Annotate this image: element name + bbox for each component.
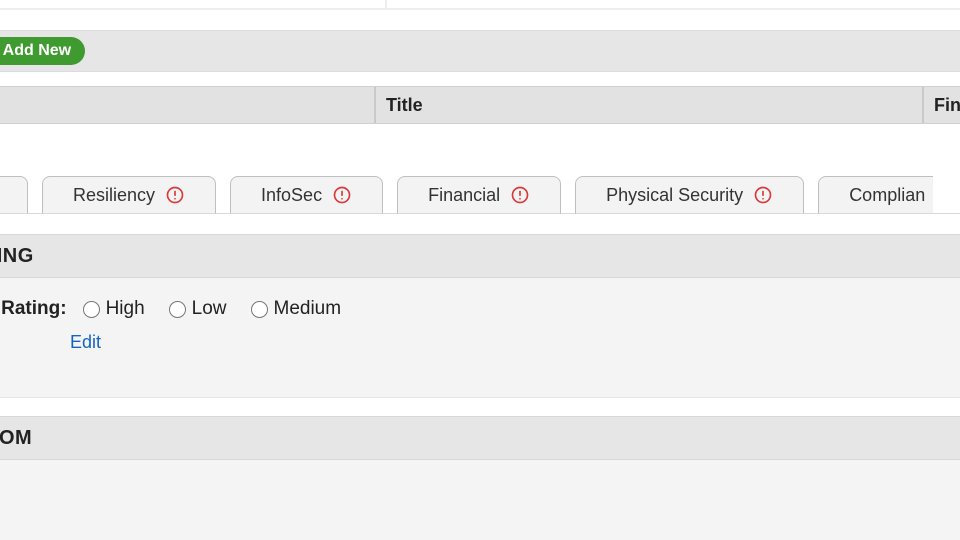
alert-circle-icon <box>165 185 185 205</box>
tab-resiliency[interactable]: Resiliency <box>42 176 216 214</box>
tabs-row: k Resiliency InfoSec Financial Physical … <box>0 176 933 214</box>
table-empty-body <box>0 124 960 152</box>
rating-row: al Rating: High Low Medium <box>0 298 351 320</box>
rating-radio-medium[interactable] <box>251 301 268 318</box>
com-panel <box>0 460 960 540</box>
add-new-bar: ‹ Add New <box>0 30 960 72</box>
rating-option-label: Medium <box>274 298 342 320</box>
tab-label: Complian <box>849 185 925 206</box>
alert-circle-icon <box>753 185 773 205</box>
section-header-rating: TING <box>0 234 960 278</box>
rating-label: al Rating: <box>0 298 67 320</box>
tab-infosec[interactable]: InfoSec <box>230 176 383 214</box>
tab-physical-security[interactable]: Physical Security <box>575 176 804 214</box>
tab-financial[interactable]: Financial <box>397 176 561 214</box>
section-title-com: COM <box>0 427 32 450</box>
section-header-com: COM <box>0 416 960 460</box>
tab-label: Financial <box>428 185 500 206</box>
rating-option-medium[interactable]: Medium <box>251 298 342 320</box>
alert-circle-icon <box>332 185 352 205</box>
table-header-blank[interactable] <box>0 87 376 123</box>
add-new-button[interactable]: ‹ Add New <box>0 37 85 65</box>
tab-label: Physical Security <box>606 185 743 206</box>
tabs-container: k Resiliency InfoSec Financial Physical … <box>0 170 960 214</box>
section-title-rating: TING <box>0 245 34 268</box>
table-header-row: Title Find <box>0 86 960 124</box>
top-divider-segment <box>0 0 960 8</box>
table-header-find[interactable]: Find <box>924 87 960 123</box>
tab-label: InfoSec <box>261 185 322 206</box>
rating-option-low[interactable]: Low <box>169 298 227 320</box>
rating-radio-low[interactable] <box>169 301 186 318</box>
table-header-title[interactable]: Title <box>376 87 924 123</box>
top-separator <box>0 8 960 10</box>
tab-compliance[interactable]: Complian <box>818 176 933 214</box>
add-new-label: Add New <box>3 42 71 60</box>
rating-option-label: Low <box>192 298 227 320</box>
tab-item-0[interactable]: k <box>0 176 28 214</box>
rating-radio-high[interactable] <box>83 301 100 318</box>
findings-table: Title Find <box>0 86 960 152</box>
rating-option-high[interactable]: High <box>83 298 145 320</box>
tab-label: Resiliency <box>73 185 155 206</box>
edit-link[interactable]: Edit <box>70 332 101 353</box>
rating-panel: al Rating: High Low Medium Edit <box>0 278 960 398</box>
rating-option-label: High <box>106 298 145 320</box>
alert-circle-icon <box>510 185 530 205</box>
